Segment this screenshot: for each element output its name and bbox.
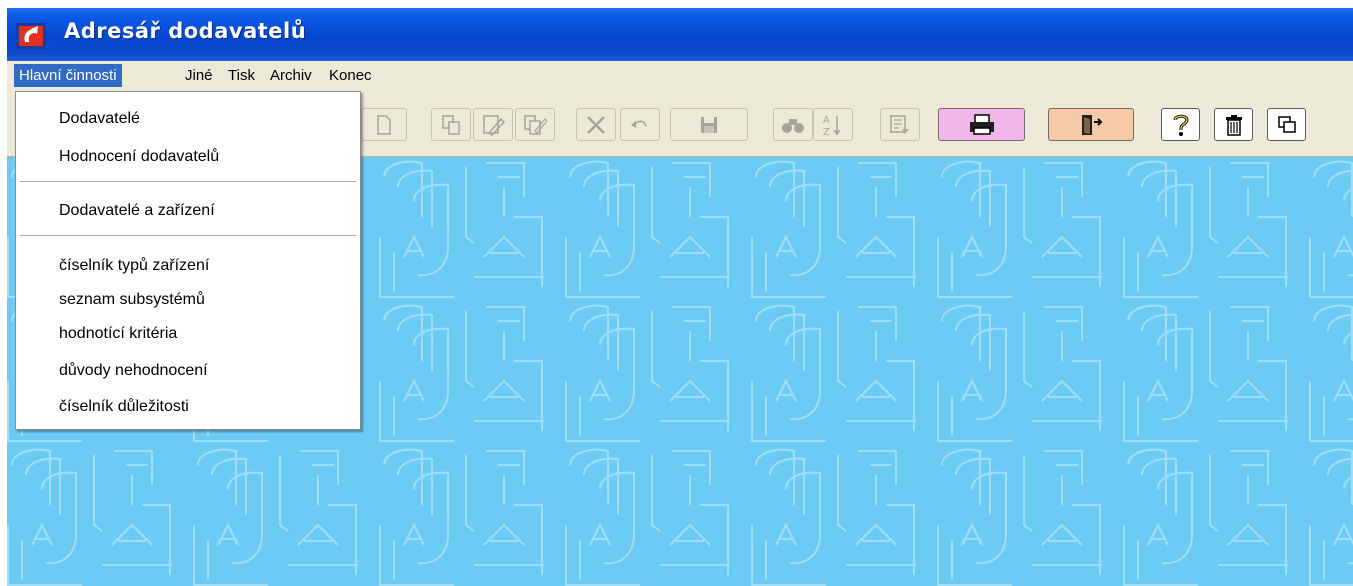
menu-item-ciselnik-dulezitosti[interactable]: číselník důležitosti xyxy=(59,398,189,416)
exit-button[interactable] xyxy=(1048,108,1134,141)
title-bar: Adresář dodavatelů xyxy=(0,0,1353,64)
sort-icon: AZ xyxy=(823,115,841,137)
menu-tisk[interactable]: Tisk xyxy=(223,64,260,87)
menu-jine[interactable]: Jiné xyxy=(180,64,218,87)
print-icon xyxy=(969,113,994,135)
windows-icon xyxy=(1277,115,1296,133)
help-button[interactable] xyxy=(1161,108,1200,141)
edit-icon xyxy=(483,114,505,136)
menu-item-hodnoceni-dodavatelu[interactable]: Hodnocení dodavatelů xyxy=(59,148,219,166)
find-icon xyxy=(782,118,804,133)
exit-icon xyxy=(1082,114,1103,135)
copy-button[interactable] xyxy=(431,108,471,141)
menu-item-duvody-nehodnoceni[interactable]: důvody nehodnocení xyxy=(59,362,208,380)
menu-konec[interactable]: Konec xyxy=(324,64,377,87)
menu-bar: Hlavní činnosti Jiné Tisk Archiv Konec xyxy=(7,61,1353,90)
edit-copy-button[interactable] xyxy=(515,108,555,141)
dropdown-menu-hlavni-cinnosti: Dodavatelé Hodnocení dodavatelů Dodavate… xyxy=(15,91,361,430)
trash-icon xyxy=(1225,114,1242,136)
copy-icon xyxy=(442,114,460,135)
delete-icon xyxy=(587,115,605,134)
menu-item-seznam-subsystemu[interactable]: seznam subsystémů xyxy=(59,291,205,309)
menu-hlavni-cinnosti[interactable]: Hlavní činnosti xyxy=(14,64,122,87)
filter-icon xyxy=(890,114,909,134)
app-logo-icon xyxy=(16,23,46,49)
windows-button[interactable] xyxy=(1267,108,1306,141)
save-icon xyxy=(701,116,717,133)
window-title: Adresář dodavatelů xyxy=(64,19,307,43)
edit-button[interactable] xyxy=(473,108,513,141)
edit-copy-icon xyxy=(524,114,547,135)
save-button[interactable] xyxy=(670,108,748,141)
menu-item-ciselnik-typu-zarizeni[interactable]: číselník typů zařízení xyxy=(59,257,209,275)
find-button[interactable] xyxy=(773,108,813,141)
new-icon xyxy=(377,114,391,135)
filter-button[interactable] xyxy=(880,108,920,141)
help-icon xyxy=(1173,114,1189,136)
undo-button[interactable] xyxy=(620,108,660,141)
sort-button[interactable]: AZ xyxy=(813,108,853,141)
delete-button[interactable] xyxy=(576,108,616,141)
menu-separator xyxy=(20,235,356,236)
menu-separator xyxy=(20,181,356,182)
undo-icon xyxy=(631,120,647,128)
menu-item-dodavatele[interactable]: Dodavatelé xyxy=(59,110,140,128)
new-button[interactable] xyxy=(361,108,407,141)
menu-item-dodavatele-a-zarizeni[interactable]: Dodavatelé a zařízení xyxy=(59,202,215,220)
app-window: Adresář dodavatelů Hlavní činnosti Jiné … xyxy=(0,0,1353,586)
svg-text:Z: Z xyxy=(823,127,830,137)
menu-item-hodnotici-kriteria[interactable]: hodnotící kritéria xyxy=(59,325,177,343)
trash-button[interactable] xyxy=(1214,108,1253,141)
menu-archiv[interactable]: Archiv xyxy=(265,64,317,87)
print-button[interactable] xyxy=(938,108,1025,141)
svg-text:A: A xyxy=(823,115,830,126)
